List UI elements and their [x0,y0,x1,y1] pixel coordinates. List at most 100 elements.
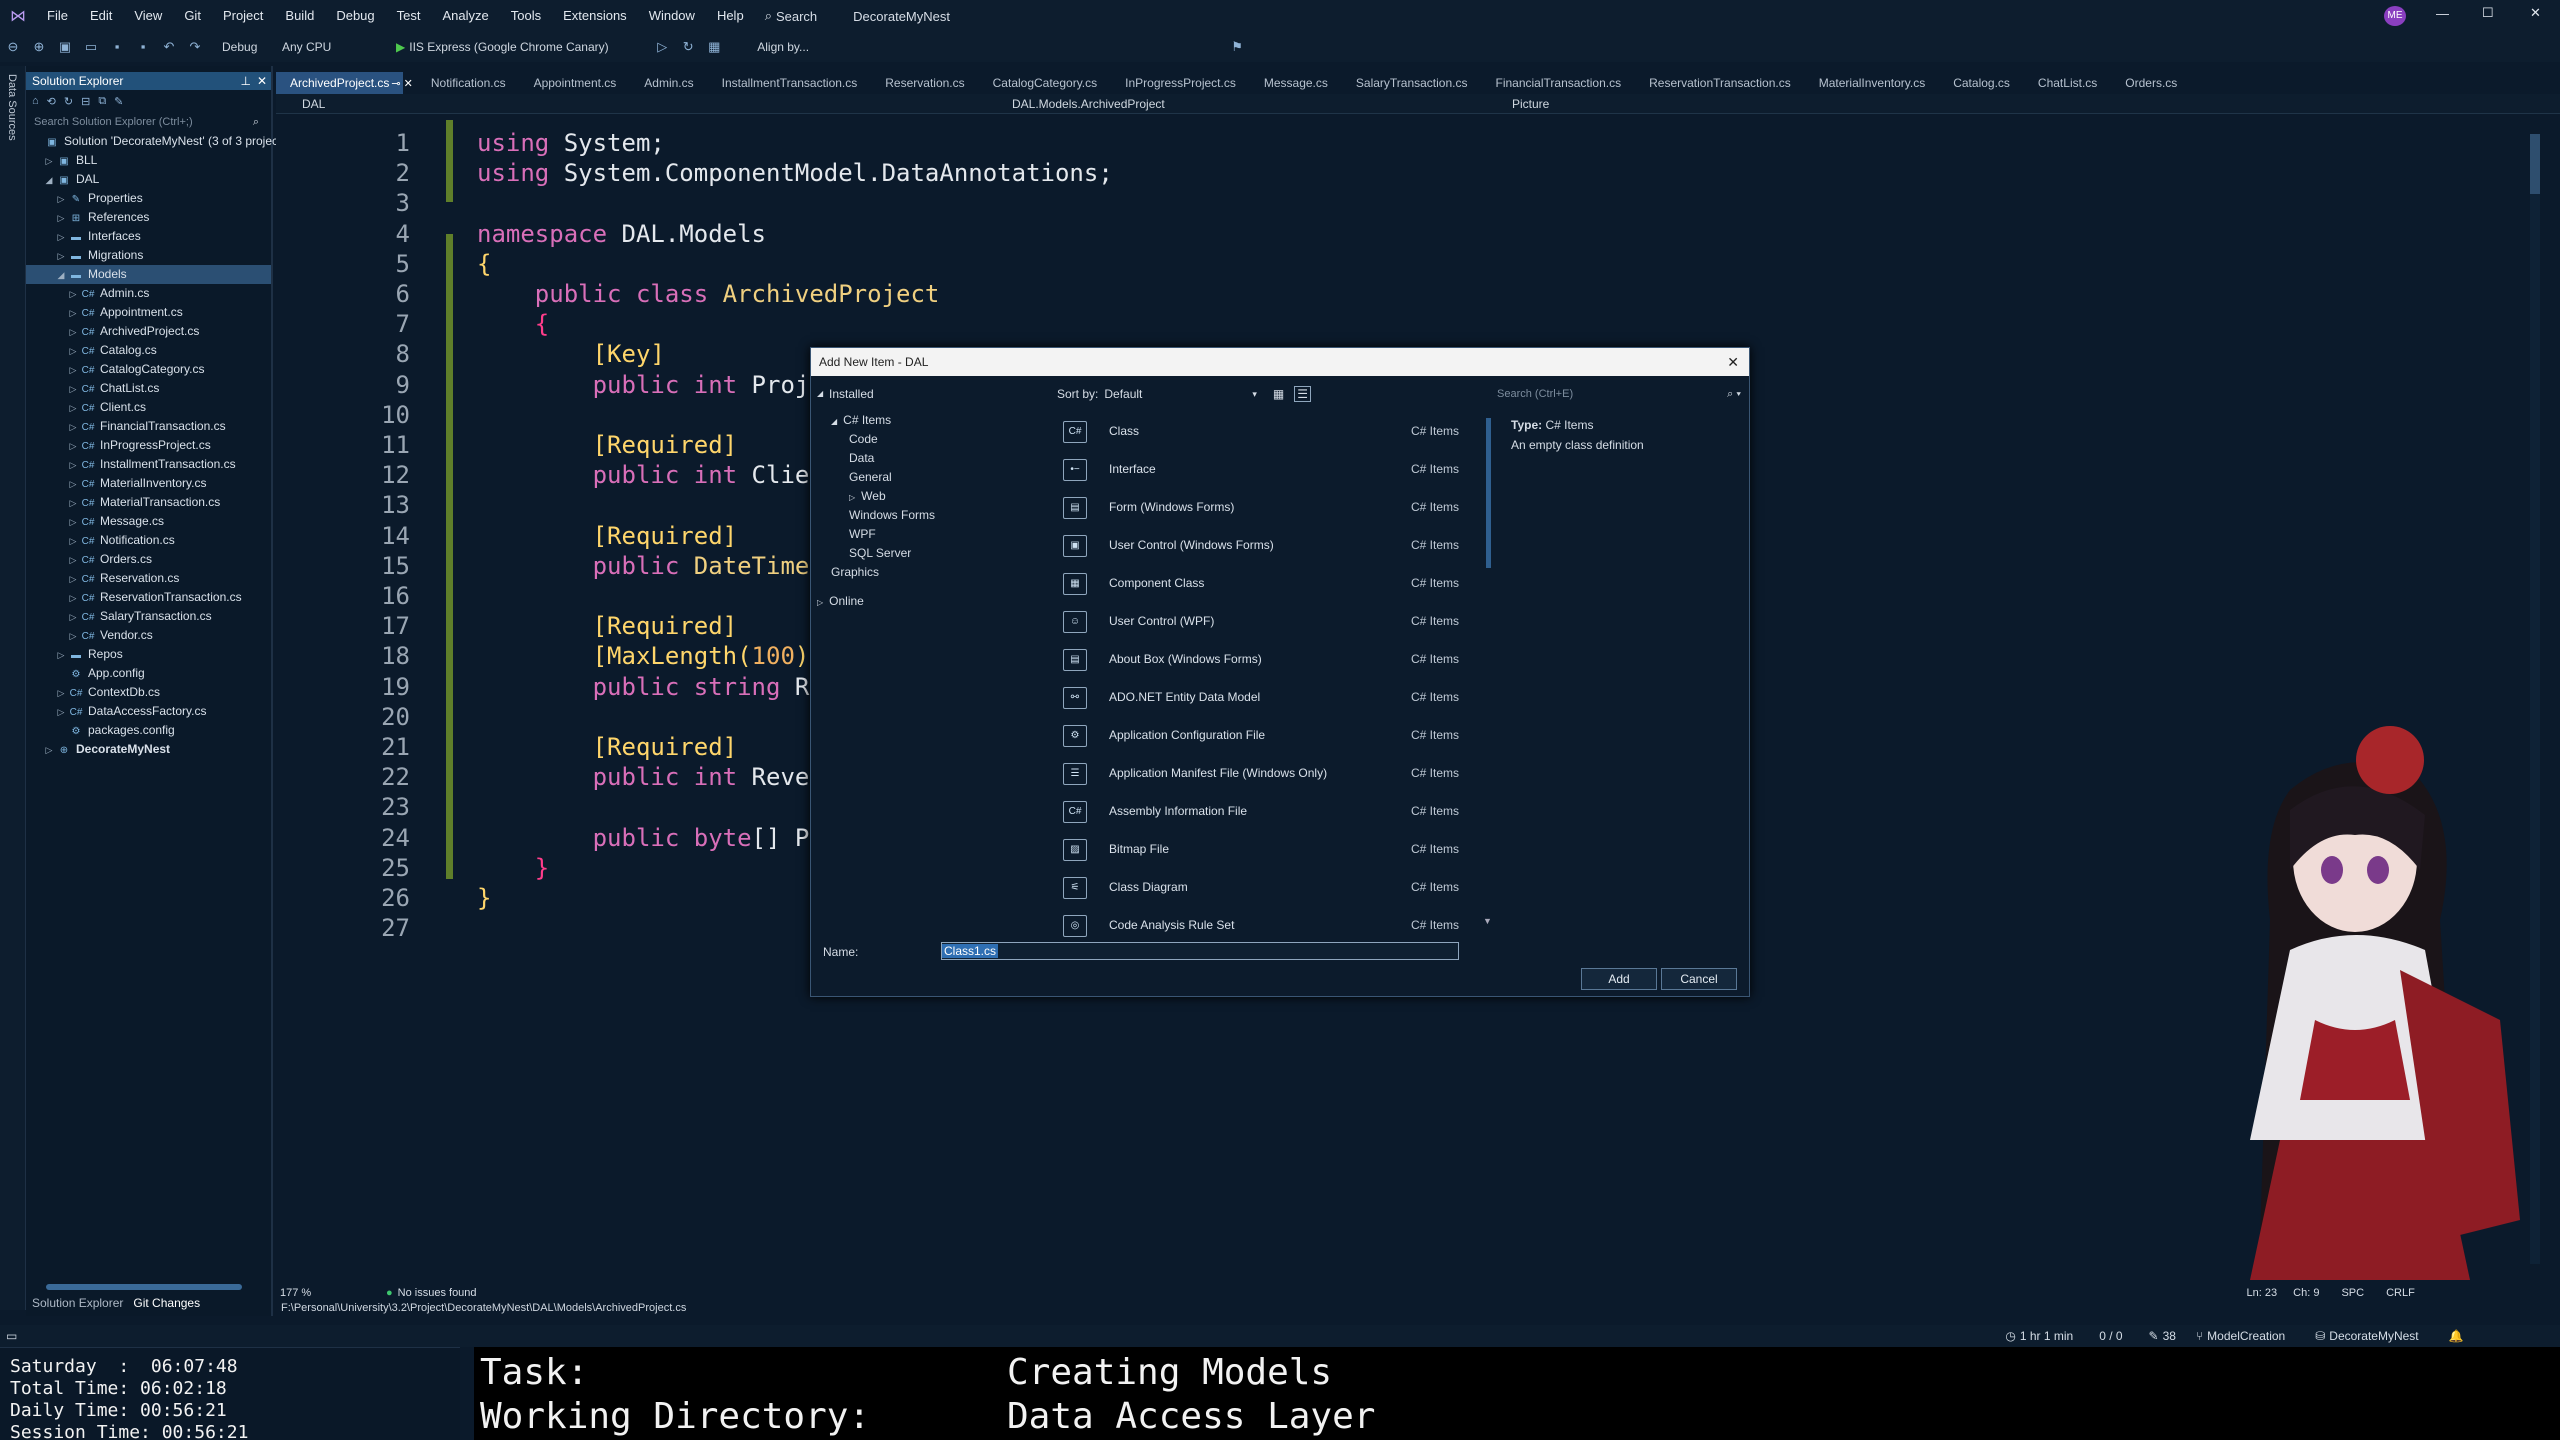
category-item[interactable]: ▷ Online [817,592,1037,611]
expand-icon[interactable]: ◢ [42,171,56,190]
code-line[interactable]: { [477,309,549,339]
tab-orders[interactable]: Orders.cs [2111,72,2191,94]
menu-window[interactable]: Window [638,0,706,32]
tab-installmenttransaction[interactable]: InstallmentTransaction.cs [708,72,872,94]
expand-icon[interactable]: ▷ [66,323,80,342]
pin-icon[interactable]: ⊥ [240,72,250,90]
name-value[interactable]: Class1.cs [942,944,999,958]
code-line[interactable]: [Required] [477,521,738,551]
template-search-box[interactable]: Search (Ctrl+E) ⌕ ▾ [1497,384,1741,404]
tree-item[interactable]: ◢ ▬ Models [26,265,271,284]
type-nav-dropdown[interactable]: DAL.Models.ArchivedProject [1012,97,1482,111]
tree-item[interactable]: ▷ ▬ Migrations [26,246,271,265]
solution-search-box[interactable]: Search Solution Explorer (Ctrl+;) ⌕ [26,112,271,132]
template-item[interactable]: •− Interface C# Items [1063,451,1463,489]
expand-icon[interactable]: ▷ [66,494,80,513]
template-item[interactable]: ▦ Component Class C# Items [1063,565,1463,603]
issues-status[interactable]: No issues found [398,1287,477,1299]
refresh-icon[interactable]: ↻ [680,39,696,55]
repo-name[interactable]: DecorateMyNest [2329,1329,2418,1343]
expand-icon[interactable]: ▷ [54,646,68,665]
caret-icon[interactable]: ◢ [831,417,837,426]
menu-analyze[interactable]: Analyze [431,0,499,32]
start-without-debug-icon[interactable]: ▷ [654,39,670,55]
code-line[interactable]: public int Client [477,460,839,490]
tree-item[interactable]: ▷ C# Admin.cs [26,284,271,303]
expand-icon[interactable]: ▷ [42,152,56,171]
solution-search-input[interactable]: Search Solution Explorer (Ctrl+;) [34,116,193,128]
scroll-down-icon[interactable]: ▼ [1483,916,1492,926]
code-line[interactable]: public int Revenu [477,762,839,792]
expand-icon[interactable]: ▷ [66,589,80,608]
menu-view[interactable]: View [123,0,173,32]
expand-icon[interactable]: ▷ [66,437,80,456]
template-item[interactable]: ⚙ Application Configuration File C# Items [1063,717,1463,755]
tab-pin-icon[interactable]: ⊸ ✕ [391,77,413,90]
tab-archivedproject[interactable]: ArchivedProject.cs [276,72,404,94]
refresh-tree-icon[interactable]: ↻ [64,95,73,108]
category-item[interactable]: ◢ C# Items [817,411,1037,430]
grid-view-icon[interactable]: ▦ [1273,387,1284,401]
menu-debug[interactable]: Debug [325,0,385,32]
git-counts[interactable]: 0 / 0 [2099,1329,2122,1343]
template-list-scrollbar[interactable] [1486,418,1491,568]
tree-item[interactable]: ▷ C# FinancialTransaction.cs [26,417,271,436]
category-item[interactable]: WPF [817,525,1037,544]
tree-item[interactable]: ▷ ⊕ DecorateMyNest [26,740,271,759]
expand-icon[interactable]: ▷ [66,551,80,570]
solution-search-icon[interactable]: ⌕ [253,116,259,129]
template-item[interactable]: ◎ Code Analysis Rule Set C# Items [1063,907,1463,945]
panel-close-icon[interactable]: ✕ [257,72,267,90]
expand-icon[interactable]: ▷ [54,190,68,209]
cancel-button[interactable]: Cancel [1661,968,1737,990]
properties-icon[interactable]: ✎ [114,95,123,108]
maximize-icon[interactable]: ☐ [2482,5,2494,21]
tree-item[interactable]: ▷ C# MaterialInventory.cs [26,474,271,493]
tree-item[interactable]: ▷ C# Notification.cs [26,531,271,550]
caret-icon[interactable]: ▷ [817,598,823,607]
expand-icon[interactable]: ▷ [66,342,80,361]
category-item[interactable]: Graphics [817,563,1037,582]
template-item[interactable]: ⚟ Class Diagram C# Items [1063,869,1463,907]
tab-message[interactable]: Message.cs [1250,72,1342,94]
menu-project[interactable]: Project [212,0,274,32]
code-line[interactable]: [Required] [477,732,738,762]
code-line[interactable]: } [477,883,491,913]
minimize-icon[interactable]: — [2436,6,2449,21]
list-view-icon[interactable]: ☰ [1294,386,1311,402]
tree-item[interactable]: ▷ C# Appointment.cs [26,303,271,322]
indent-mode[interactable]: SPC [2341,1287,2364,1299]
template-item[interactable]: C# Class C# Items [1063,413,1463,451]
tree-item[interactable]: ▷ C# ArchivedProject.cs [26,322,271,341]
search-icon[interactable]: ⌕ [765,8,772,24]
dialog-close-icon[interactable]: ✕ [1727,348,1739,376]
tab-financialtransaction[interactable]: FinancialTransaction.cs [1482,72,1636,94]
cursor-line[interactable]: Ln: 23 [2247,1287,2278,1299]
category-item[interactable]: Windows Forms [817,506,1037,525]
expand-icon[interactable]: ▷ [66,570,80,589]
redo-icon[interactable]: ↷ [187,39,203,55]
tab-admin[interactable]: Admin.cs [630,72,707,94]
tree-item[interactable]: ▷ C# Reservation.cs [26,569,271,588]
tree-item[interactable]: ▷ C# InProgressProject.cs [26,436,271,455]
search-button[interactable]: Search [776,9,817,24]
name-field[interactable]: Class1.cs [941,942,1459,960]
tree-item[interactable]: ⚙ App.config [26,664,271,683]
expand-icon[interactable]: ◢ [54,266,68,285]
collapse-all-icon[interactable]: ⊟ [81,95,90,108]
expand-icon[interactable]: ▷ [66,627,80,646]
forward-icon[interactable]: ⊕ [31,39,47,55]
tree-item[interactable]: ▣ Solution 'DecorateMyNest' (3 of 3 proje… [26,132,291,151]
code-line[interactable]: [MaxLength(100)] [477,641,824,671]
tab-git-changes[interactable]: Git Changes [133,1296,200,1310]
browser-link-icon[interactable]: ▦ [706,39,722,55]
tree-item[interactable]: ▷ ✎ Properties [26,189,271,208]
expand-icon[interactable]: ▷ [54,684,68,703]
run-icon[interactable]: ▶ [396,40,405,54]
tree-item[interactable]: ▷ ⊞ References [26,208,271,227]
menu-build[interactable]: Build [274,0,325,32]
menu-test[interactable]: Test [386,0,432,32]
tree-item[interactable]: ▷ C# InstallmentTransaction.cs [26,455,271,474]
expand-icon[interactable]: ▷ [66,608,80,627]
code-line[interactable]: public class ArchivedProject [477,279,940,309]
